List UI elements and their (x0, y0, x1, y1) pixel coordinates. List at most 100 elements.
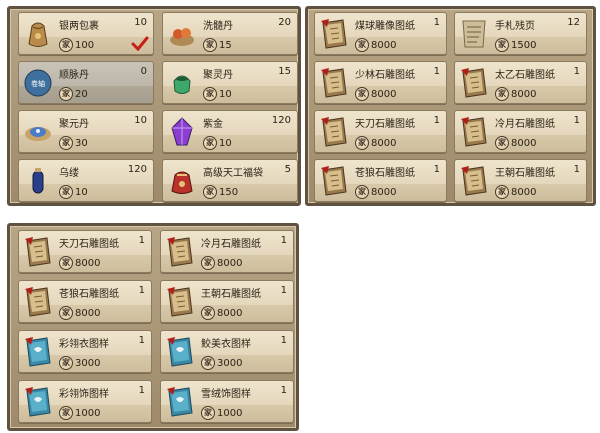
shop-item-card[interactable]: 紫金 120 家 10 (162, 110, 298, 153)
scroll-seal-icon: 卷轴 (22, 65, 54, 101)
currency-coin-icon: 家 (495, 136, 509, 150)
currency-coin-icon: 家 (495, 38, 509, 52)
item-price: 8000 (371, 137, 397, 149)
item-price: 3000 (75, 357, 101, 369)
item-price: 8000 (75, 257, 101, 269)
currency-coin-icon: 家 (355, 185, 369, 199)
item-quantity: 10 (134, 115, 147, 126)
shop-item-card[interactable]: 高级天工福袋 5 家 150 (162, 159, 298, 202)
blueprint-book-icon (458, 163, 490, 199)
shop-item-card[interactable]: 王朝石雕图纸 1 家 8000 (160, 280, 294, 323)
blueprint-book-icon (318, 114, 350, 150)
shop-item-card[interactable]: 冷月石雕图纸 1 家 8000 (454, 110, 587, 153)
currency-coin-icon: 家 (59, 356, 73, 370)
item-price: 1500 (511, 39, 537, 51)
item-price: 10 (219, 88, 232, 100)
item-name: 乌缕 (59, 168, 79, 179)
item-name: 冷月石雕图纸 (201, 239, 261, 250)
shop-item-card[interactable]: 煤球雕像图纸 1 家 8000 (314, 12, 447, 55)
blueprint-book-icon (164, 284, 196, 320)
shop-item-card[interactable]: 太乙石雕图纸 1 家 8000 (454, 61, 587, 104)
blueprint-book-icon (22, 284, 54, 320)
item-price: 8000 (371, 186, 397, 198)
blueprint-book-icon (318, 16, 350, 52)
item-quantity: 10 (134, 17, 147, 28)
currency-coin-icon: 家 (201, 256, 215, 270)
item-quantity: 5 (284, 164, 291, 175)
cloth-pattern-book-icon (164, 384, 196, 420)
shop-item-card[interactable]: 卷轴 顺脉丹 0 家 20 (18, 61, 154, 104)
shop-item-card[interactable]: 彩翎饰图样 1 家 1000 (18, 380, 152, 423)
item-cost: 家 3000 (201, 356, 242, 370)
shop-item-card[interactable]: 手札残页 12 家 1500 (454, 12, 587, 55)
shop-item-card[interactable]: 少林石雕图纸 1 家 8000 (314, 61, 447, 104)
item-price: 8000 (217, 257, 243, 269)
currency-coin-icon: 家 (59, 38, 73, 52)
item-cost: 家 8000 (495, 87, 536, 101)
item-price: 10 (75, 186, 88, 198)
item-cost: 家 150 (203, 185, 238, 199)
shop-item-card[interactable]: 冷月石雕图纸 1 家 8000 (160, 230, 294, 273)
item-name: 王朝石雕图纸 (495, 168, 555, 179)
shop-item-card[interactable]: 聚灵丹 15 家 10 (162, 61, 298, 104)
gem-dish-icon (22, 114, 54, 150)
currency-coin-icon: 家 (355, 38, 369, 52)
shop-item-card[interactable]: 苍狼石雕图纸 1 家 8000 (18, 280, 152, 323)
item-quantity: 1 (280, 385, 287, 396)
item-quantity: 0 (140, 66, 147, 77)
shop-item-card[interactable]: 天刀石雕图纸 1 家 8000 (18, 230, 152, 273)
item-quantity: 1 (138, 335, 145, 346)
shop-item-card[interactable]: 雪绒饰图样 1 家 1000 (160, 380, 294, 423)
shop-item-card[interactable]: 银两包裹 10 家 100 (18, 12, 154, 55)
item-cost: 家 8000 (355, 87, 396, 101)
shop-item-card[interactable]: 天刀石雕图纸 1 家 8000 (314, 110, 447, 153)
currency-coin-icon: 家 (59, 306, 73, 320)
item-cost: 家 8000 (59, 306, 100, 320)
item-shop-panel-1: 银两包裹 10 家 100 洗髓丹 20 家 15 卷轴 顺脉丹 0 家 20 聚灵丹 15 家 10 聚元丹 10… (7, 6, 301, 206)
shop-item-card[interactable]: 王朝石雕图纸 1 家 8000 (454, 159, 587, 202)
item-price: 8000 (371, 39, 397, 51)
shop-item-card[interactable]: 苍狼石雕图纸 1 家 8000 (314, 159, 447, 202)
cloth-pattern-book-icon (22, 334, 54, 370)
item-name: 银两包裹 (59, 21, 99, 32)
torn-page-icon (458, 16, 490, 52)
item-name: 冷月石雕图纸 (495, 119, 555, 130)
item-quantity: 1 (573, 66, 580, 77)
item-quantity: 12 (567, 17, 580, 28)
shop-item-card[interactable]: 鲛美衣图样 1 家 3000 (160, 330, 294, 373)
shop-item-card[interactable]: 聚元丹 10 家 30 (18, 110, 154, 153)
item-cost: 家 3000 (59, 356, 100, 370)
item-name: 聚元丹 (59, 119, 89, 130)
item-quantity: 1 (280, 285, 287, 296)
item-quantity: 120 (271, 115, 291, 126)
shop-item-card[interactable]: 彩翎衣图样 1 家 3000 (18, 330, 152, 373)
item-cost: 家 8000 (201, 306, 242, 320)
currency-coin-icon: 家 (495, 87, 509, 101)
jade-pot-icon (166, 65, 198, 101)
item-price: 1000 (75, 407, 101, 419)
currency-coin-icon: 家 (495, 185, 509, 199)
item-shop-panel-2: 煤球雕像图纸 1 家 8000 手札残页 12 家 1500 少林石雕图纸 1 家 8000 太乙石雕图… (305, 6, 596, 206)
item-quantity: 15 (278, 66, 291, 77)
blueprint-book-icon (22, 234, 54, 270)
currency-coin-icon: 家 (203, 87, 217, 101)
blueprint-book-icon (318, 163, 350, 199)
item-cost: 家 100 (59, 38, 94, 52)
item-price: 8000 (75, 307, 101, 319)
item-price: 20 (75, 88, 88, 100)
item-cost: 家 10 (59, 185, 88, 199)
item-cost: 家 8000 (201, 256, 242, 270)
item-name: 太乙石雕图纸 (495, 70, 555, 81)
item-price: 8000 (511, 186, 537, 198)
item-quantity: 20 (278, 17, 291, 28)
cloth-pattern-book-icon (22, 384, 54, 420)
blue-vial-icon (22, 163, 54, 199)
item-name: 洗髓丹 (203, 21, 233, 32)
item-name: 紫金 (203, 119, 223, 130)
currency-coin-icon: 家 (201, 406, 215, 420)
shop-item-card[interactable]: 洗髓丹 20 家 15 (162, 12, 298, 55)
shop-item-card[interactable]: 乌缕 120 家 10 (18, 159, 154, 202)
item-cost: 家 8000 (495, 136, 536, 150)
item-name: 顺脉丹 (59, 70, 89, 81)
item-cost: 家 8000 (495, 185, 536, 199)
